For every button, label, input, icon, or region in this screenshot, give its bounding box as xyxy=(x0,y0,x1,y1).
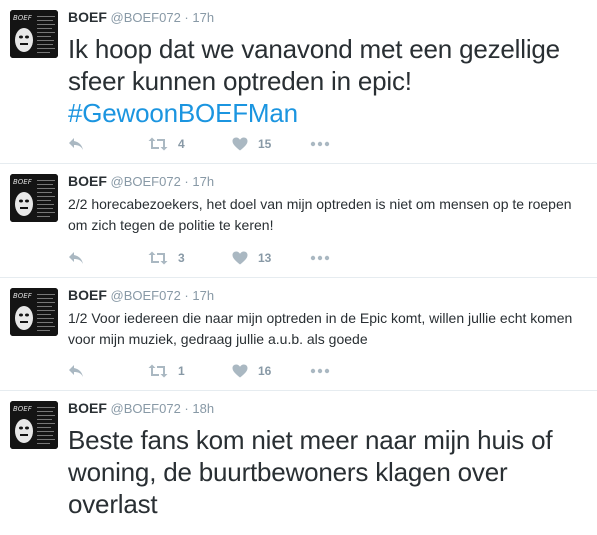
tweet[interactable]: BOEF BOEF @BOEF072 · xyxy=(0,391,597,535)
tweet-timestamp[interactable]: 17h xyxy=(192,10,214,25)
more-icon xyxy=(310,368,330,374)
author-handle[interactable]: @BOEF072 xyxy=(111,288,181,303)
like-button[interactable]: 15 xyxy=(232,137,310,151)
author-handle[interactable]: @BOEF072 xyxy=(111,174,181,189)
tweet-text: Beste fans kom niet meer naar mijn huis … xyxy=(68,425,553,519)
more-icon xyxy=(310,255,330,261)
like-button[interactable]: 13 xyxy=(232,251,310,265)
more-button[interactable] xyxy=(310,368,330,374)
more-icon xyxy=(310,141,330,147)
retweet-button[interactable]: 4 xyxy=(148,137,232,151)
tweet-header: BOEF @BOEF072 · 18h xyxy=(68,399,587,418)
retweet-icon xyxy=(148,137,168,151)
tweet-text: 2/2 horecabezoekers, het doel van mijn o… xyxy=(68,196,572,233)
author-name[interactable]: BOEF xyxy=(68,9,107,25)
tweet-body: Ik hoop dat we vanavond met een gezellig… xyxy=(68,34,560,96)
tweet-timestamp[interactable]: 17h xyxy=(192,174,214,189)
like-count: 16 xyxy=(258,364,272,378)
tweet-header: BOEF @BOEF072 · 17h xyxy=(68,286,587,305)
heart-icon xyxy=(232,364,248,378)
svg-text:BOEF: BOEF xyxy=(13,405,33,413)
retweet-count: 4 xyxy=(178,137,185,151)
avatar[interactable]: BOEF xyxy=(10,288,58,336)
retweet-icon xyxy=(148,364,168,378)
retweet-count: 1 xyxy=(178,364,185,378)
tweet-text: Ik hoop dat we vanavond met een gezellig… xyxy=(68,33,587,129)
more-button[interactable] xyxy=(310,141,330,147)
retweet-button[interactable]: 1 xyxy=(148,364,232,378)
tweet[interactable]: BOEF BOEF @BOEF072 · xyxy=(0,278,597,391)
like-button[interactable]: 16 xyxy=(232,364,310,378)
tweet-content: BOEF @BOEF072 · 17h Ik hoop dat we vanav… xyxy=(68,8,587,129)
author-name[interactable]: BOEF xyxy=(68,400,107,416)
avatar[interactable]: BOEF xyxy=(10,10,58,58)
tweet-feed: BOEF BOEF @BOEF072 · 17h Ik hoop dat we … xyxy=(0,0,597,535)
like-count: 15 xyxy=(258,137,272,151)
reply-icon xyxy=(68,251,84,265)
more-button[interactable] xyxy=(310,255,330,261)
reply-icon xyxy=(68,137,84,151)
tweet-timestamp[interactable]: 17h xyxy=(192,288,214,303)
tweet[interactable]: BOEF BOEF @BOEF072 · xyxy=(0,164,597,278)
tweet-content: BOEF @BOEF072 · 17h 2/2 horecabezoekers,… xyxy=(68,172,587,236)
tweet-actions: 4 15 xyxy=(68,134,330,154)
tweet-content: BOEF @BOEF072 · 17h 1/2 Voor iedereen di… xyxy=(68,286,587,350)
separator-dot: · xyxy=(184,401,189,416)
tweet[interactable]: BOEF BOEF @BOEF072 · xyxy=(0,0,597,164)
reply-button[interactable] xyxy=(68,364,148,378)
separator-dot: · xyxy=(184,288,189,303)
avatar[interactable]: BOEF xyxy=(10,174,58,222)
author-name[interactable]: BOEF xyxy=(68,173,107,189)
separator-dot: · xyxy=(184,174,189,189)
retweet-icon xyxy=(148,251,168,265)
tweet-text: 1/2 Voor iedereen die naar mijn optreden… xyxy=(68,310,573,347)
reply-button[interactable] xyxy=(68,137,148,151)
avatar[interactable]: BOEF xyxy=(10,401,58,449)
tweet-actions: 1 16 xyxy=(68,361,330,381)
tweet-actions: 3 13 xyxy=(68,248,330,268)
retweet-count: 3 xyxy=(178,251,185,265)
tweet-header: BOEF @BOEF072 · 17h xyxy=(68,172,587,191)
hashtag-link[interactable]: #GewoonBOEFMan xyxy=(68,98,298,128)
tweet-timestamp[interactable]: 18h xyxy=(192,401,214,416)
reply-icon xyxy=(68,364,84,378)
reply-button[interactable] xyxy=(68,251,148,265)
heart-icon xyxy=(232,251,248,265)
author-handle[interactable]: @BOEF072 xyxy=(111,10,181,25)
tweet-content: BOEF @BOEF072 · 18h Beste fans kom niet … xyxy=(68,399,587,520)
like-count: 13 xyxy=(258,251,272,265)
svg-text:BOEF: BOEF xyxy=(13,14,33,22)
tweet-header: BOEF @BOEF072 · 17h xyxy=(68,8,587,27)
svg-text:BOEF: BOEF xyxy=(13,292,33,300)
svg-text:BOEF: BOEF xyxy=(13,178,33,186)
author-handle[interactable]: @BOEF072 xyxy=(111,401,181,416)
separator-dot: · xyxy=(184,10,189,25)
retweet-button[interactable]: 3 xyxy=(148,251,232,265)
author-name[interactable]: BOEF xyxy=(68,287,107,303)
heart-icon xyxy=(232,137,248,151)
